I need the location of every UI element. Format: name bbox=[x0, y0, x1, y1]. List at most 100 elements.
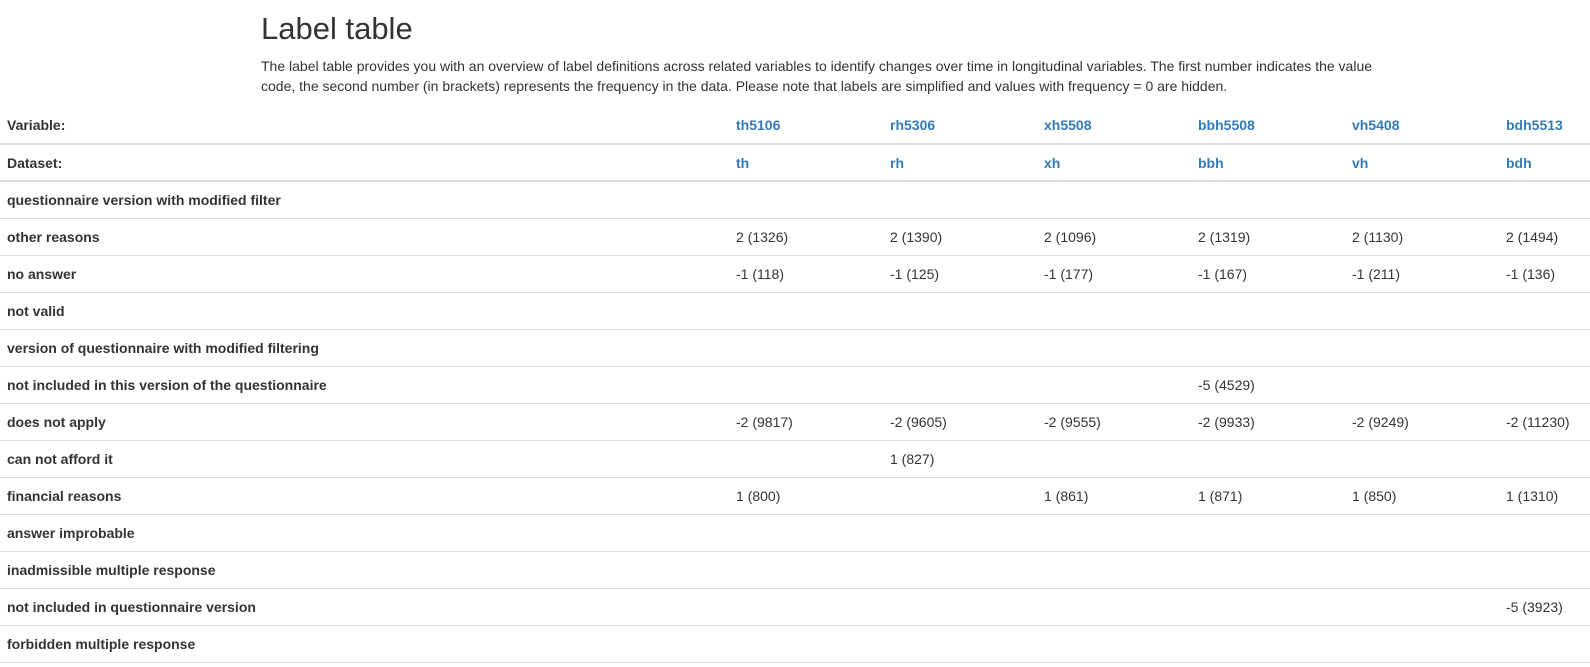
label-row: questionnaire version with modified filt… bbox=[0, 181, 1590, 218]
label-value-cell: -1 (211) bbox=[1352, 265, 1400, 282]
label-value-cell bbox=[1037, 588, 1191, 625]
label-value-cell bbox=[1191, 551, 1345, 588]
variable-link[interactable]: bbh5508 bbox=[1198, 117, 1255, 133]
label-row: not included in questionnaire version -5 … bbox=[0, 588, 1590, 625]
label-value-cell bbox=[1345, 625, 1499, 662]
label-value-cell: -1 (136) bbox=[1506, 265, 1556, 282]
label-value-cell bbox=[883, 329, 1037, 366]
label-row: inadmissible multiple response bbox=[0, 551, 1590, 588]
label-value-cell bbox=[883, 181, 1037, 218]
dataset-row: Dataset: th rh xh bbh vh bdh bbox=[0, 144, 1590, 181]
dataset-link[interactable]: bdh bbox=[1506, 155, 1532, 171]
label-value-cell: -5 (4529) bbox=[1198, 376, 1255, 393]
label-value-cell: -1 (177) bbox=[1044, 265, 1094, 282]
label-row-name: forbidden multiple response bbox=[7, 635, 196, 652]
label-value-cell: 1 (827) bbox=[890, 450, 935, 467]
label-value-cell bbox=[1191, 625, 1345, 662]
dataset-link[interactable]: th bbox=[736, 155, 749, 171]
label-row-name: not valid bbox=[7, 302, 65, 319]
label-value-cell: -2 (9817) bbox=[736, 413, 793, 430]
dataset-link[interactable]: xh bbox=[1044, 155, 1060, 171]
label-value-cell bbox=[1037, 181, 1191, 218]
label-value-cell bbox=[1037, 329, 1191, 366]
label-value-cell bbox=[1499, 551, 1590, 588]
variable-link[interactable]: rh5306 bbox=[890, 117, 935, 133]
label-value-cell bbox=[1191, 329, 1345, 366]
label-value-cell bbox=[1499, 366, 1590, 403]
label-row: can not afford it 1 (827) bbox=[0, 440, 1590, 477]
label-value-cell: -2 (9555) bbox=[1044, 413, 1101, 430]
label-row: not included in this version of the ques… bbox=[0, 366, 1590, 403]
label-value-cell bbox=[1499, 514, 1590, 551]
label-value-cell bbox=[1345, 181, 1499, 218]
dataset-link[interactable]: bbh bbox=[1198, 155, 1224, 171]
label-value-cell: 1 (861) bbox=[1044, 487, 1089, 504]
label-value-cell bbox=[883, 477, 1037, 514]
variable-link[interactable]: xh5508 bbox=[1044, 117, 1091, 133]
label-value-cell bbox=[883, 514, 1037, 551]
label-row-name: version of questionnaire with modified f… bbox=[7, 339, 319, 356]
variable-link[interactable]: bdh5513 bbox=[1506, 117, 1563, 133]
label-table-container: Variable: th5106 rh5306 xh5508 bbh5508 v… bbox=[0, 107, 1590, 663]
label-value-cell bbox=[729, 625, 883, 662]
label-value-cell bbox=[1037, 366, 1191, 403]
label-value-cell bbox=[1037, 514, 1191, 551]
label-value-cell: 2 (1096) bbox=[1044, 228, 1097, 245]
label-value-cell: 2 (1319) bbox=[1198, 228, 1251, 245]
label-value-cell bbox=[1499, 292, 1590, 329]
label-value-cell bbox=[1191, 181, 1345, 218]
label-value-cell bbox=[1037, 292, 1191, 329]
label-row: not valid bbox=[0, 292, 1590, 329]
label-row: other reasons 2 (1326) 2 (1390) 2 (1096) 2 (… bbox=[0, 218, 1590, 255]
label-value-cell: -5 (3923) bbox=[1506, 598, 1563, 615]
label-value-cell: -1 (118) bbox=[736, 265, 784, 282]
label-value-cell bbox=[729, 551, 883, 588]
label-table-body: Variable: th5106 rh5306 xh5508 bbh5508 v… bbox=[0, 107, 1590, 662]
label-value-cell: 2 (1390) bbox=[890, 228, 943, 245]
label-row-name: financial reasons bbox=[7, 487, 122, 504]
label-value-cell bbox=[729, 329, 883, 366]
label-value-cell: 1 (871) bbox=[1198, 487, 1243, 504]
page-title: Label table bbox=[261, 11, 413, 46]
dataset-link[interactable]: vh bbox=[1352, 155, 1368, 171]
page-description: The label table provides you with an ove… bbox=[261, 58, 1373, 94]
label-value-cell bbox=[1345, 588, 1499, 625]
label-row: version of questionnaire with modified f… bbox=[0, 329, 1590, 366]
label-value-cell: -1 (125) bbox=[890, 265, 940, 282]
label-value-cell bbox=[1191, 588, 1345, 625]
label-row: financial reasons 1 (800) 1 (861) 1 (871) 1 … bbox=[0, 477, 1590, 514]
label-value-cell bbox=[1191, 292, 1345, 329]
label-value-cell bbox=[729, 292, 883, 329]
label-value-cell: -2 (9933) bbox=[1198, 413, 1255, 430]
label-value-cell bbox=[1499, 440, 1590, 477]
label-value-cell bbox=[883, 366, 1037, 403]
label-value-cell bbox=[1037, 440, 1191, 477]
label-row-name: inadmissible multiple response bbox=[7, 561, 216, 578]
dataset-link[interactable]: rh bbox=[890, 155, 904, 171]
variable-row-label: Variable: bbox=[7, 117, 66, 133]
label-value-cell: 2 (1130) bbox=[1352, 228, 1404, 245]
label-value-cell: -2 (9605) bbox=[890, 413, 947, 430]
label-value-cell bbox=[1191, 514, 1345, 551]
label-value-cell bbox=[883, 292, 1037, 329]
label-row: forbidden multiple response bbox=[0, 625, 1590, 662]
label-value-cell bbox=[1499, 181, 1590, 218]
label-value-cell: -1 (167) bbox=[1198, 265, 1248, 282]
label-value-cell bbox=[729, 588, 883, 625]
label-row-name: not included in this version of the ques… bbox=[7, 376, 327, 393]
variable-link[interactable]: vh5408 bbox=[1352, 117, 1399, 133]
variable-link[interactable]: th5106 bbox=[736, 117, 780, 133]
label-row-name: answer improbable bbox=[7, 524, 135, 541]
label-value-cell bbox=[883, 551, 1037, 588]
label-row: no answer -1 (118) -1 (125) -1 (177) -1 (167… bbox=[0, 255, 1590, 292]
label-value-cell bbox=[729, 181, 883, 218]
label-table: Variable: th5106 rh5306 xh5508 bbh5508 v… bbox=[0, 107, 1590, 663]
label-row-name: questionnaire version with modified filt… bbox=[7, 191, 281, 208]
label-value-cell: 2 (1326) bbox=[736, 228, 789, 245]
label-row-name: not included in questionnaire version bbox=[7, 598, 256, 615]
label-value-cell bbox=[883, 588, 1037, 625]
label-value-cell bbox=[883, 625, 1037, 662]
label-value-cell bbox=[1345, 292, 1499, 329]
label-value-cell: 1 (850) bbox=[1352, 487, 1397, 504]
label-value-cell bbox=[1345, 329, 1499, 366]
